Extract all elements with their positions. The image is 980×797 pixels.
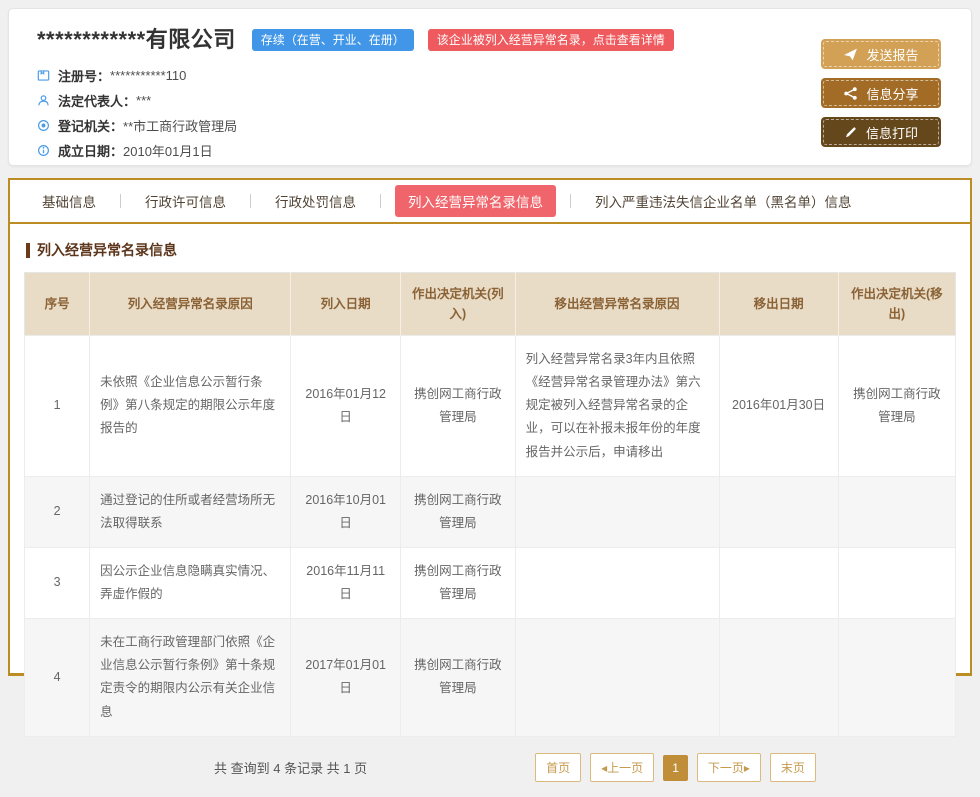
registration-number-row: 注册号： ***********110 <box>37 63 943 88</box>
main-panel: 基础信息行政许可信息行政处罚信息列入经营异常名录信息列入严重违法失信企业名单（黑… <box>8 178 972 676</box>
table-cell <box>719 476 838 547</box>
table-cell: 通过登记的住所或者经营场所无法取得联系 <box>90 476 291 547</box>
table-header-cell: 作出决定机关(列入) <box>401 273 516 336</box>
send-report-button[interactable]: 发送报告 <box>821 39 941 69</box>
table-cell: 未在工商行政管理部门依照《企业信息公示暂行条例》第十条规定责令的期限内公示有关企… <box>90 619 291 737</box>
table-cell: 2016年10月01日 <box>291 476 401 547</box>
table-cell: 2016年11月11日 <box>291 547 401 618</box>
table-cell <box>515 476 719 547</box>
registration-authority-row: 登记机关： **市工商行政管理局 <box>37 113 943 138</box>
table-cell <box>515 619 719 737</box>
table-cell: 携创网工商行政管理局 <box>401 547 516 618</box>
table-cell: 2 <box>25 476 90 547</box>
header-action-buttons: 发送报告 信息分享 信息打印 <box>821 39 941 147</box>
records-summary: 共 查询到 4 条记录 共 1 页 <box>214 758 367 777</box>
paper-plane-icon <box>843 47 858 62</box>
page: ************有限公司 存续（在营、开业、在册） 该企业被列入经营异常… <box>0 0 980 684</box>
page-first-button[interactable]: 首页 <box>535 753 581 782</box>
table-row: 3因公示企业信息隐瞒真实情况、弄虚作假的2016年11月11日携创网工商行政管理… <box>25 547 956 618</box>
tab-bar: 基础信息行政许可信息行政处罚信息列入经营异常名录信息列入严重违法失信企业名单（黑… <box>10 180 970 224</box>
tab-separator <box>380 194 381 208</box>
company-title-row: ************有限公司 存续（在营、开业、在册） 该企业被列入经营异常… <box>37 25 943 55</box>
tab-admin-license-info[interactable]: 行政许可信息 <box>121 191 250 211</box>
table-cell <box>838 476 955 547</box>
status-badge: 存续（在营、开业、在册） <box>252 29 414 51</box>
table-row: 1未依照《企业信息公示暂行条例》第八条规定的期限公示年度报告的2016年01月1… <box>25 336 956 477</box>
table-header-cell: 列入经营异常名录原因 <box>90 273 291 336</box>
pagination: 首页 ◂上一页 1 下一页▸ 末页 <box>535 753 816 782</box>
table-cell <box>838 547 955 618</box>
table-cell <box>838 619 955 737</box>
company-info-list: 注册号： ***********110 法定代表人： *** 登记机关： **市… <box>37 63 943 163</box>
table-cell <box>515 547 719 618</box>
tab-basic-info[interactable]: 基础信息 <box>18 191 120 211</box>
pencil-icon <box>844 125 858 139</box>
table-header-cell: 序号 <box>25 273 90 336</box>
table-cell: 2017年01月01日 <box>291 619 401 737</box>
table-header-cell: 移出经营异常名录原因 <box>515 273 719 336</box>
page-number-button[interactable]: 1 <box>663 755 688 781</box>
abnormal-operations-table: 序号列入经营异常名录原因列入日期作出决定机关(列入)移出经营异常名录原因移出日期… <box>24 272 956 737</box>
establishment-date-row: 成立日期： 2010年01月1日 <box>37 138 943 163</box>
table-header-cell: 作出决定机关(移出) <box>838 273 955 336</box>
table-cell: 2016年01月12日 <box>291 336 401 477</box>
table-cell: 3 <box>25 547 90 618</box>
tab-abnormal-operations-info[interactable]: 列入经营异常名录信息 <box>395 185 556 217</box>
page-next-button[interactable]: 下一页▸ <box>697 753 761 782</box>
info-icon <box>37 144 58 157</box>
table-cell: 1 <box>25 336 90 477</box>
page-prev-button[interactable]: ◂上一页 <box>590 753 654 782</box>
share-icon <box>843 86 858 101</box>
table-footer: 共 查询到 4 条记录 共 1 页 首页 ◂上一页 1 下一页▸ 末页 <box>24 753 956 783</box>
certificate-icon <box>37 69 58 82</box>
print-info-button[interactable]: 信息打印 <box>821 117 941 147</box>
share-info-button[interactable]: 信息分享 <box>821 78 941 108</box>
tab-admin-penalty-info[interactable]: 行政处罚信息 <box>251 191 380 211</box>
page-last-button[interactable]: 末页 <box>770 753 816 782</box>
panel-content: 列入经营异常名录信息 序号列入经营异常名录原因列入日期作出决定机关(列入)移出经… <box>10 224 970 797</box>
table-cell: 携创网工商行政管理局 <box>401 619 516 737</box>
table-header-cell: 列入日期 <box>291 273 401 336</box>
table-cell: 携创网工商行政管理局 <box>401 336 516 477</box>
table-cell: 2016年01月30日 <box>719 336 838 477</box>
company-header-card: ************有限公司 存续（在营、开业、在册） 该企业被列入经营异常… <box>8 8 972 166</box>
company-name: ************有限公司 <box>37 25 236 55</box>
table-cell: 4 <box>25 619 90 737</box>
legal-representative-row: 法定代表人： *** <box>37 88 943 113</box>
table-header-row: 序号列入经营异常名录原因列入日期作出决定机关(列入)移出经营异常名录原因移出日期… <box>25 273 956 336</box>
person-icon <box>37 94 58 107</box>
table-cell: 因公示企业信息隐瞒真实情况、弄虚作假的 <box>90 547 291 618</box>
section-title-text: 列入经营异常名录信息 <box>37 240 177 260</box>
abnormal-alert-badge[interactable]: 该企业被列入经营异常名录，点击查看详情 <box>428 29 674 51</box>
tab-serious-violations-blacklist[interactable]: 列入严重违法失信企业名单（黑名单）信息 <box>571 191 876 211</box>
section-title: 列入经营异常名录信息 <box>26 240 954 260</box>
table-cell: 携创网工商行政管理局 <box>401 476 516 547</box>
table-header-cell: 移出日期 <box>719 273 838 336</box>
table-cell: 携创网工商行政管理局 <box>838 336 955 477</box>
table-row: 4未在工商行政管理部门依照《企业信息公示暂行条例》第十条规定责令的期限内公示有关… <box>25 619 956 737</box>
location-icon <box>37 119 58 132</box>
table-cell <box>719 619 838 737</box>
section-title-bar-icon <box>26 243 30 258</box>
table-row: 2通过登记的住所或者经营场所无法取得联系2016年10月01日携创网工商行政管理… <box>25 476 956 547</box>
table-cell: 列入经营异常名录3年内且依照《经营异常名录管理办法》第六规定被列入经营异常名录的… <box>515 336 719 477</box>
table-cell: 未依照《企业信息公示暂行条例》第八条规定的期限公示年度报告的 <box>90 336 291 477</box>
table-cell <box>719 547 838 618</box>
